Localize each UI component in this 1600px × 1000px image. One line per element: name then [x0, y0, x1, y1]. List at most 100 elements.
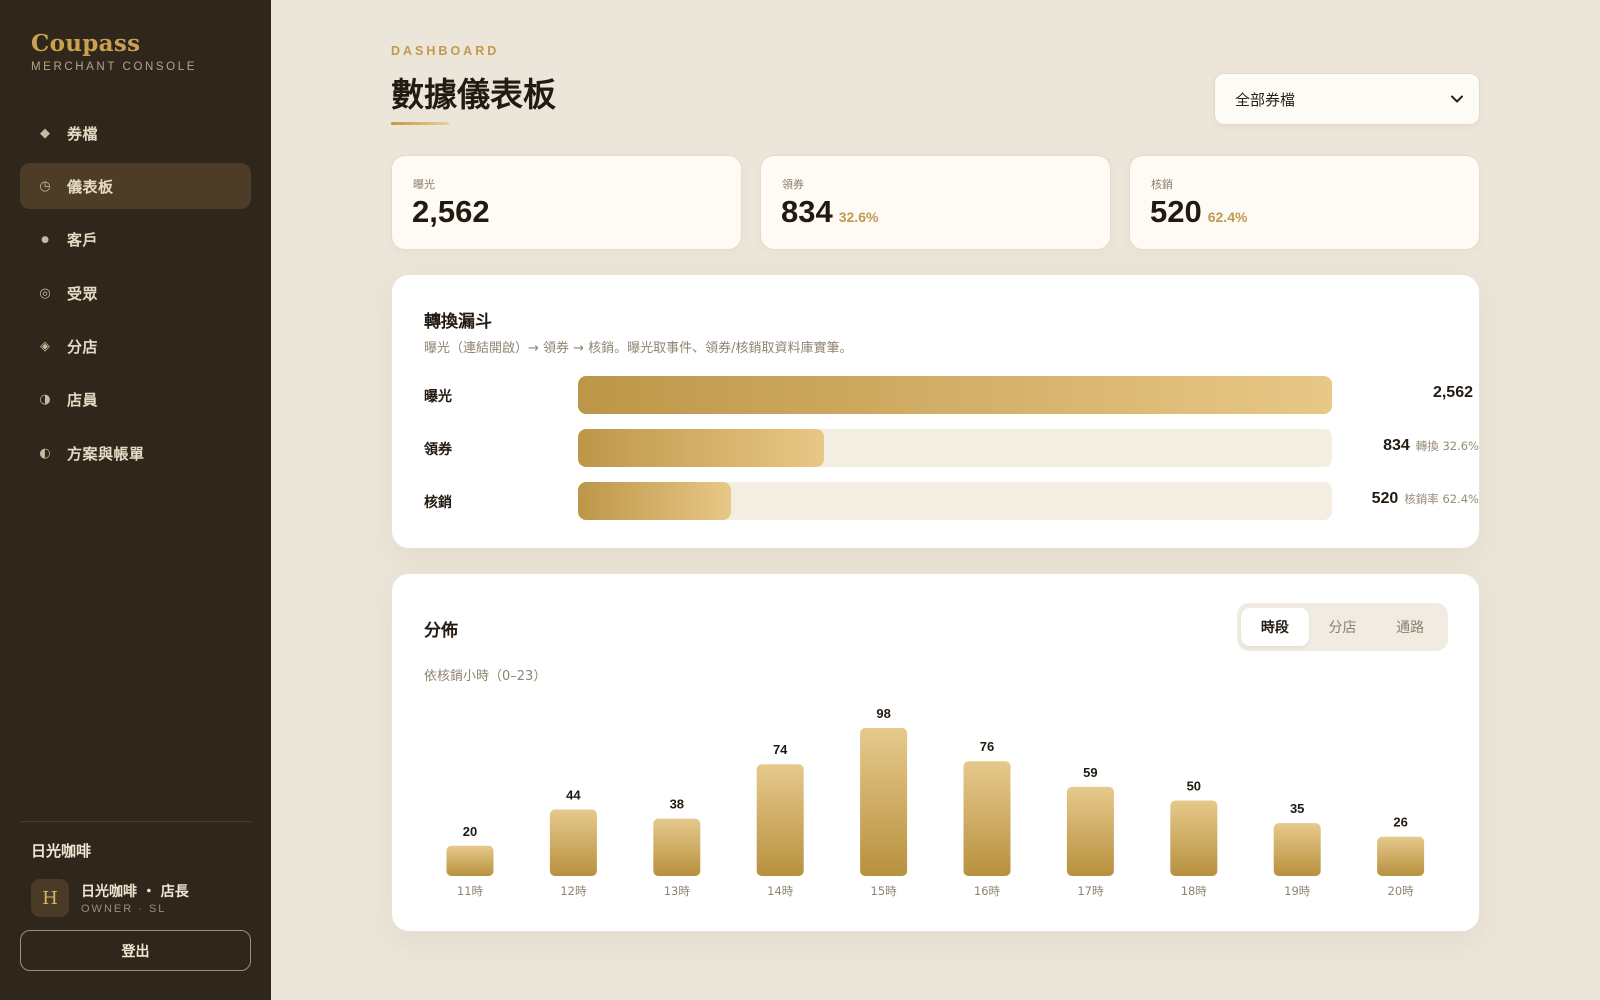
chart-data-label: 35	[1290, 801, 1304, 816]
branch-diamond-icon: ◈	[40, 339, 50, 355]
chart-tick-label: 19時	[1284, 884, 1311, 898]
chart-tick-label: 14時	[767, 884, 794, 898]
funnel-card: 轉換漏斗 曝光（連結開啟）→ 領券 → 核銷。曝光取事件、領券/核銷取資料庫實筆…	[391, 274, 1480, 549]
funnel-label: 曝光	[424, 389, 452, 405]
chart-tick-label: 16時	[974, 884, 1001, 898]
sidebar-item-label: 方案與帳單	[67, 444, 145, 463]
stat-value: 834	[781, 194, 833, 229]
brand[interactable]: Coupass MERCHANT CONSOLE	[31, 30, 197, 73]
sidebar-item-branches[interactable]: ◈ 分店	[20, 324, 251, 370]
chart-bar	[860, 728, 908, 876]
funnel-value: 834	[1383, 437, 1410, 454]
chart-tick-label: 13時	[664, 884, 691, 898]
half-moon-icon: ◐	[39, 445, 51, 461]
funnel-row: 曝光 2,562	[424, 376, 1479, 414]
clock-icon: ◷	[39, 178, 51, 194]
chart-tick-label: 20時	[1388, 884, 1415, 898]
funnel-value: 2,562	[1432, 384, 1473, 401]
sidebar-item-label: 受眾	[67, 284, 99, 303]
avatar: H	[31, 879, 69, 917]
chart-data-label: 98	[876, 706, 890, 721]
chart-tick-label: 15時	[871, 884, 898, 898]
half-circle-icon: ◑	[39, 392, 51, 408]
store-name: 日光咖啡	[31, 842, 92, 860]
stat-value: 2,562	[412, 194, 490, 229]
sidebar-item-customers[interactable]: ● 客戶	[20, 217, 251, 263]
chart-bar	[963, 761, 1011, 876]
funnel-track	[578, 429, 1332, 467]
chart-bar	[1170, 800, 1218, 876]
chart-data-label: 26	[1393, 815, 1407, 830]
stat-label: 曝光	[413, 178, 435, 191]
chart-tick-label: 11時	[457, 884, 484, 898]
funnel-row: 領券 834 轉換 32.6%	[424, 429, 1479, 467]
sidebar-item-label: 儀表板	[67, 177, 114, 196]
user-name: 日光咖啡 ・ 店長	[81, 884, 189, 900]
stat-card-impressions: 曝光 2,562	[391, 155, 742, 250]
chart-data-label: 44	[566, 788, 581, 803]
coupon-filter-value: 全部券檔	[1235, 90, 1296, 109]
sidebar-item-coupons[interactable]: ◆ 券檔	[20, 110, 251, 156]
funnel-label: 領券	[424, 442, 452, 458]
funnel-label: 核銷	[424, 495, 452, 511]
chart-tick-label: 17時	[1077, 884, 1104, 898]
chart-bar	[1377, 836, 1425, 876]
brand-name: Coupass	[31, 30, 141, 57]
chart-bar	[446, 845, 494, 876]
sidebar-item-label: 分店	[67, 338, 99, 357]
chart-bar	[1273, 823, 1321, 876]
funnel-track	[578, 482, 1332, 520]
title-underline	[391, 122, 449, 125]
page-eyebrow: DASHBOARD	[391, 44, 500, 58]
logout-button[interactable]: 登出	[20, 930, 251, 971]
chart-data-label: 59	[1083, 765, 1097, 780]
funnel-value: 520	[1371, 490, 1399, 507]
brand-subtitle: MERCHANT CONSOLE	[31, 61, 197, 73]
chevron-down-icon	[1451, 92, 1463, 106]
stat-label: 核銷	[1151, 178, 1173, 191]
funnel-bar	[578, 376, 1332, 414]
stat-label: 領券	[782, 178, 804, 191]
sidebar: Coupass MERCHANT CONSOLE ◆ 券檔 ◷ 儀表板 ● 客戶…	[0, 0, 271, 1000]
sidebar-item-dashboard[interactable]: ◷ 儀表板	[20, 163, 251, 210]
chart-data-label: 38	[670, 797, 684, 812]
sidebar-divider	[20, 821, 251, 822]
chart-data-label: 50	[1187, 778, 1201, 793]
funnel-note: 轉換 32.6%	[1415, 439, 1479, 453]
dot-icon: ●	[41, 234, 49, 245]
diamond-icon: ◆	[40, 125, 50, 141]
sidebar-item-label: 客戶	[67, 231, 99, 250]
sidebar-nav: ◆ 券檔 ◷ 儀表板 ● 客戶 ◎ 受眾 ◈ 分店 ◑ 店員 ◐ 方案與帳單	[20, 110, 251, 484]
funnel-bar	[578, 429, 824, 467]
sidebar-item-label: 券檔	[67, 124, 99, 143]
chart-data-label: 74	[773, 742, 788, 757]
chart-data-label: 20	[463, 824, 477, 839]
user-profile: H 日光咖啡 ・ 店長 OWNER · SL	[31, 879, 189, 917]
stat-value: 520	[1150, 194, 1202, 229]
sidebar-item-staff[interactable]: ◑ 店員	[20, 377, 251, 423]
funnel-title: 轉換漏斗	[424, 312, 492, 332]
chart-tick-label: 12時	[560, 884, 587, 898]
distribution-card: 分佈 依核銷小時（0–23） 時段 分店 通路 20 11時 44 12時 38 13時 7…	[391, 573, 1480, 932]
stat-card-claims: 領券 834 32.6%	[760, 155, 1111, 250]
chart-bar	[1066, 786, 1114, 876]
chart-data-label: 76	[980, 739, 994, 754]
stat-percent: 62.4%	[1207, 209, 1248, 225]
coupon-filter-select[interactable]: 全部券檔	[1214, 73, 1480, 125]
chart-bar	[549, 809, 597, 876]
stat-percent: 32.6%	[838, 209, 879, 225]
funnel-subtitle: 曝光（連結開啟）→ 領券 → 核銷。曝光取事件、領券/核銷取資料庫實筆。	[424, 341, 853, 356]
funnel-row: 核銷 520 核銷率 62.4%	[424, 482, 1479, 520]
chart-tick-label: 18時	[1181, 884, 1208, 898]
stat-card-redemptions: 核銷 520 62.4%	[1129, 155, 1480, 250]
sidebar-item-billing[interactable]: ◐ 方案與帳單	[20, 430, 251, 476]
chart-bar	[653, 818, 701, 876]
sidebar-item-label: 店員	[67, 391, 99, 410]
funnel-note: 核銷率 62.4%	[1404, 492, 1479, 506]
chart-bar	[756, 764, 804, 876]
target-icon: ◎	[39, 285, 51, 301]
funnel-track	[578, 376, 1332, 414]
sidebar-item-audiences[interactable]: ◎ 受眾	[20, 270, 251, 316]
user-role: OWNER · SL	[81, 903, 167, 915]
funnel-bar	[578, 482, 732, 520]
